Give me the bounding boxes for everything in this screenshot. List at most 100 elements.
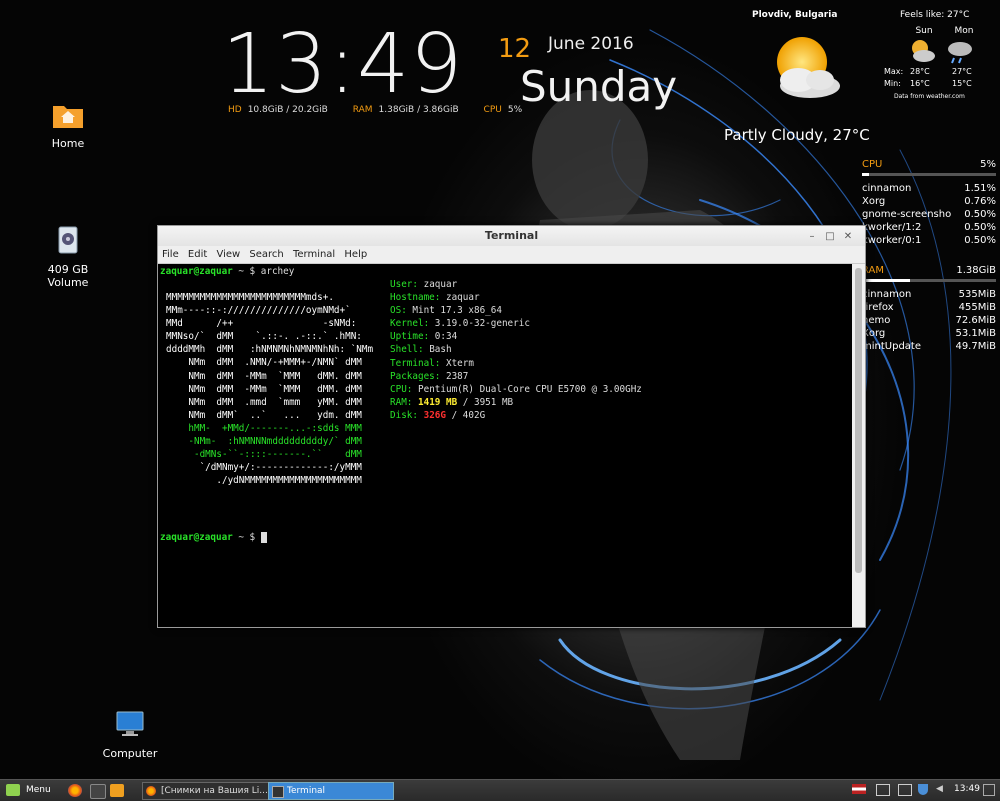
menu-terminal[interactable]: Terminal [293,249,335,260]
process-name: Xorg [862,196,886,207]
terminal-launcher-icon[interactable] [90,784,106,799]
terminal-output[interactable]: zaquar@zaquar ~ $ archey MMMMMMMMMMMMMMMM… [158,264,851,627]
weather-day-sun: Sun [915,26,933,36]
info-value: zaquar [445,292,480,304]
update-shield-icon[interactable] [918,784,928,795]
firefox-icon [146,786,156,796]
terminal-menubar: File Edit View Search Terminal Help [158,246,865,264]
logo-line: NMm dMM -MMm `MMM dMM. dMM [166,370,362,382]
weather-feels-like: Feels like: 27°C [900,10,970,20]
info-key: Packages: [390,370,441,382]
disk-total: / 402G [446,409,486,421]
process-usage: 455MiB [958,302,996,313]
info-value: 0:34 [434,331,458,343]
logo-line: -dMNs-``-::::-------.`` dMM [166,449,362,461]
task-screenshot[interactable]: [Снимки на Вашия Li... [142,782,282,800]
clock[interactable]: 13:49 [954,784,980,794]
logo-line: MMd /++ -sNMd: [166,318,357,330]
volume-icon[interactable]: ◀ [936,784,943,794]
process-row: nemo 72.6MiB [862,314,996,327]
info-key: Shell: [390,344,424,356]
info-value: Xterm [445,357,474,369]
process-usage: 49.7MiB [955,341,996,352]
menu-button[interactable]: Menu [6,784,51,796]
desktop-icon-volume[interactable]: 409 GB Volume [28,226,108,289]
sun-min: 16°C [910,79,930,88]
desktop-icon-computer[interactable]: Computer [90,710,170,760]
ram-total: / 3951 MB [457,396,514,408]
terminal-scrollbar[interactable] [852,264,865,627]
menu-file[interactable]: File [162,249,179,260]
info-line: Hostname: zaquar [390,291,642,304]
cpu-monitor: CPU 5% cinnamon 1.51% Xorg 0.76% gnome-screen… [862,158,996,247]
process-usage: 0.50% [964,235,996,246]
stat-cpu-label: CPU [483,105,502,115]
prompt-suffix: ~ $ [232,532,261,543]
info-value: Mint 17.3 x86_64 [412,305,502,317]
window-title: Terminal [484,229,539,242]
info-value: 3.19.0-32-generic [434,318,530,330]
forecast-rain-icon [948,42,972,64]
logo-line: NMm dMM .mmd `mmm yMM. dMM [166,396,362,408]
files-launcher-icon[interactable] [110,784,124,797]
ram-value: 1.38GiB [956,265,996,276]
logo-line: hMM- +MMd/-------...-:sdds MMM [166,422,362,434]
info-key: Disk: [390,409,418,421]
menu-label: Menu [26,785,51,795]
desktop-icon-label: 409 GB [47,263,89,276]
info-line: Packages: 2387 [390,370,642,383]
process-name: cinnamon [862,289,912,300]
process-usage: 0.50% [964,209,996,220]
maximize-button[interactable]: □ [821,227,839,247]
max-label: Max: [884,67,904,76]
process-name: kworker/0:1 [862,235,922,246]
info-value: Pentium(R) Dual-Core CPU E5700 @ 3.00GHz [418,383,642,395]
clock-day: 12 [498,34,532,64]
terminal-window[interactable]: Terminal – □ ✕ File Edit View Search Termi… [157,225,866,628]
firefox-icon[interactable] [68,784,82,797]
weather-day-mon: Mon [954,26,974,36]
info-line: Disk: 326G / 402G [390,409,642,422]
info-key: Uptime: [390,331,430,343]
task-terminal[interactable]: Terminal [268,782,394,800]
logo-line: NMm dMM .NMN/-+MMM+-/NMN` dMM [166,357,362,369]
weather-source-link[interactable]: Data from weather.com [894,93,965,100]
menu-search[interactable]: Search [249,249,283,260]
process-row: kworker/0:1 0.50% [862,234,996,247]
printer-icon[interactable] [898,784,912,796]
keyboard-layout-flag-icon[interactable] [852,784,866,794]
info-line: Terminal: Xterm [390,357,642,370]
stat-hd-value: 10.8GiB / 20.2GiB [247,105,328,115]
process-row: cinnamon 535MiB [862,288,996,301]
logo-line: `/dMNmy+/:-------------:/yMMM [166,462,362,474]
forecast-sun-icon [912,40,935,62]
desktop-icon-home[interactable]: Home [28,100,108,150]
weather-summary: Partly Cloudy, 27°C [724,126,870,144]
archey-logo: MMMMMMMMMMMMMMMMMMMMMMMMMmds+. MMm----::-… [166,291,373,487]
command-line: zaquar@zaquar ~ $ [160,531,267,544]
info-key: OS: [390,305,407,317]
menu-view[interactable]: View [216,249,240,260]
process-name: gnome-screensho [862,209,952,220]
process-row: firefox 455MiB [862,301,996,314]
logo-line: ddddMMh dMM :hNMNMNhNMNMNhNh: `NMm [166,344,374,356]
taskbar: Menu [Снимки на Вашия Li... Terminal ◀ 1… [0,779,1000,801]
mon-max: 27°C [952,67,972,76]
info-line: RAM: 1419 MB / 3951 MB [390,396,642,409]
home-folder-icon [53,106,83,128]
minimize-button[interactable]: – [803,227,821,247]
cpu-value: 5% [980,159,996,170]
close-button[interactable]: ✕ [839,227,857,247]
sun-max: 28°C [910,67,930,76]
desktop-icon-label: Volume [47,276,89,289]
weather-city: Plovdiv, Bulgaria [752,10,838,20]
info-line: Kernel: 3.19.0-32-generic [390,317,642,330]
menu-edit[interactable]: Edit [188,249,207,260]
process-row: Xorg 0.76% [862,195,996,208]
prompt: zaquar@zaquar [160,532,233,543]
scrollbar-thumb[interactable] [855,268,862,573]
network-icon[interactable] [876,784,890,796]
window-titlebar[interactable]: Terminal – □ ✕ [158,226,865,246]
menu-help[interactable]: Help [344,249,367,260]
show-desktop-icon[interactable] [983,784,995,796]
